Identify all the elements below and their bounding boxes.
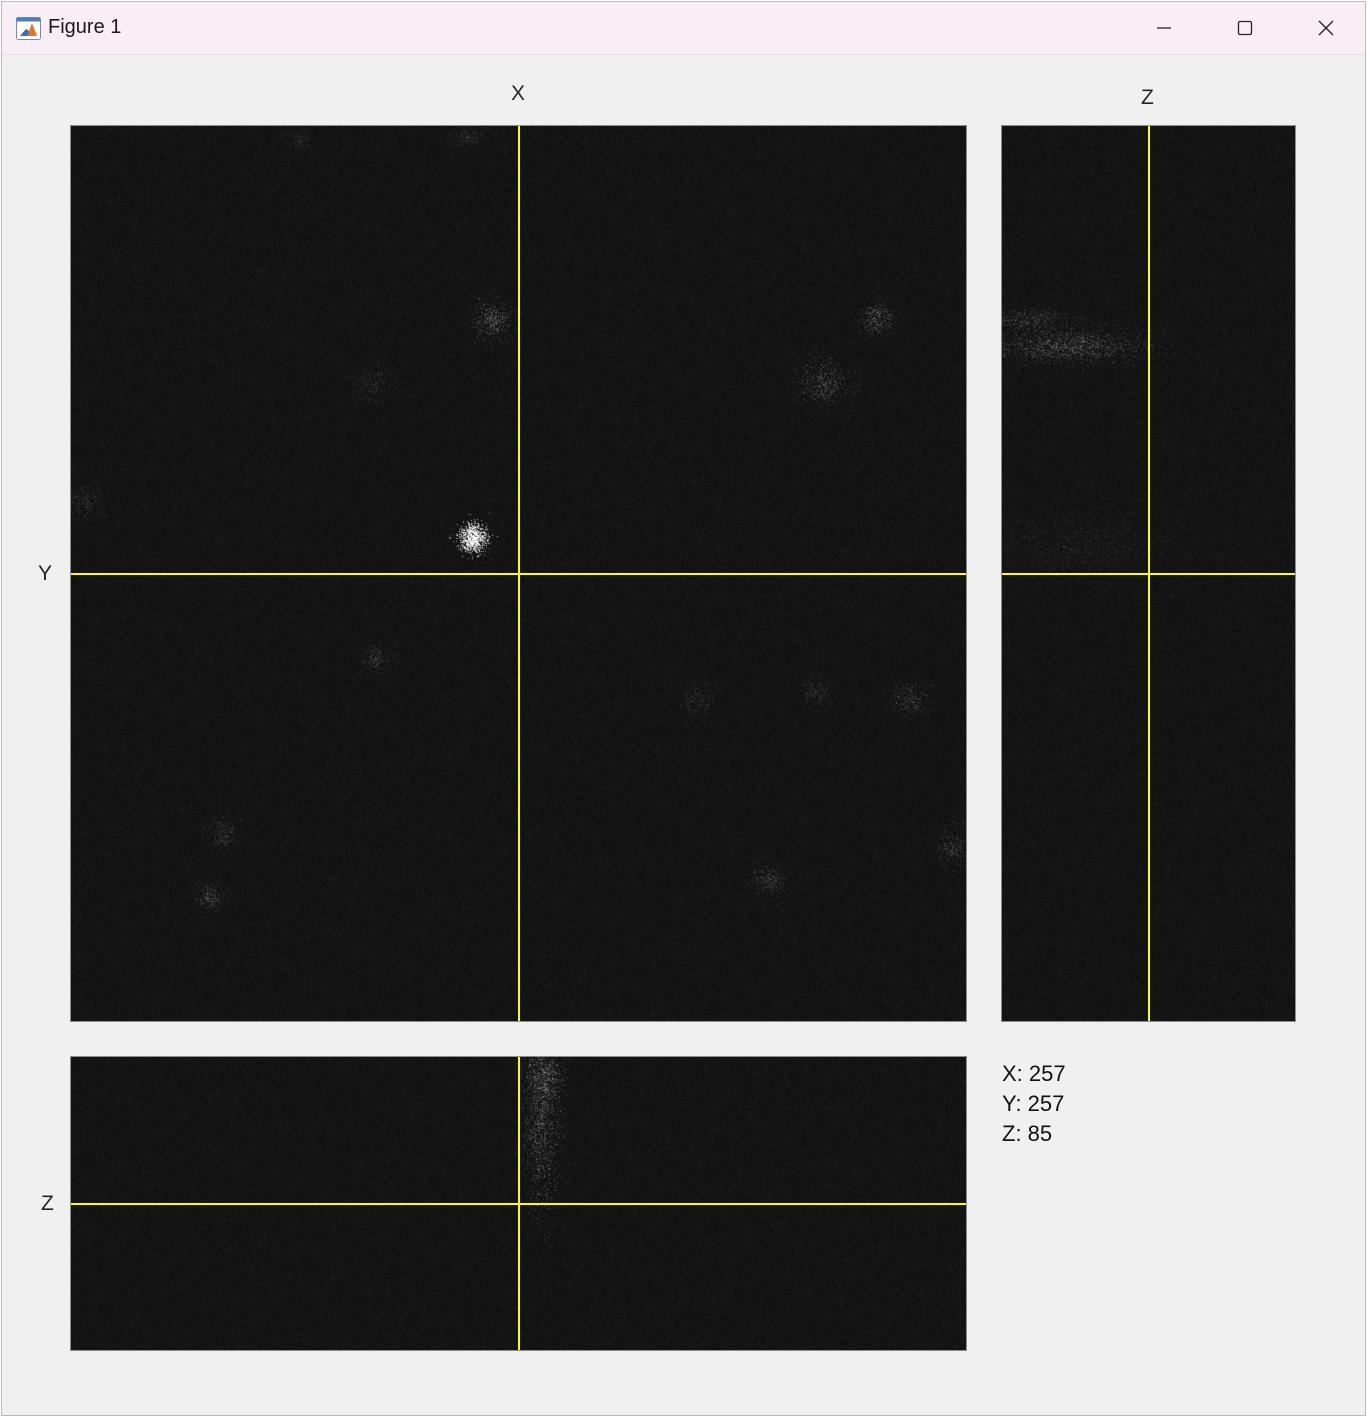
- window-title: Figure 1: [48, 16, 122, 38]
- zy-slice-view[interactable]: [1001, 125, 1296, 1022]
- figure-canvas: X Z Y Z X: 257 Y: 257 Z: 85: [2, 54, 1365, 1415]
- crosshair-horizontal[interactable]: [71, 573, 966, 575]
- crosshair-horizontal[interactable]: [71, 1203, 966, 1205]
- maximize-button[interactable]: [1205, 2, 1285, 54]
- maximize-icon: [1237, 20, 1253, 36]
- xz-slice-view[interactable]: [70, 1056, 967, 1351]
- minimize-button[interactable]: [1124, 2, 1204, 54]
- close-button[interactable]: [1286, 2, 1365, 54]
- title-bar: Figure 1: [2, 2, 1365, 55]
- readout-y: Y: 257: [1002, 1091, 1065, 1116]
- figure-window: Figure 1 X Z Y Z X: 257 Y: 257 Z: 85: [1, 1, 1366, 1416]
- coordinate-readout: X: 257 Y: 257 Z: 85: [1002, 1059, 1066, 1149]
- xy-side-axis-label: Y: [38, 562, 53, 585]
- readout-z: Z: 85: [1002, 1121, 1053, 1146]
- xz-side-axis-label: Z: [41, 1192, 54, 1215]
- readout-x: X: 257: [1002, 1061, 1066, 1086]
- crosshair-horizontal[interactable]: [1002, 573, 1295, 575]
- zy-top-axis-label: Z: [1141, 86, 1154, 109]
- xy-slice-view[interactable]: [70, 125, 967, 1022]
- xy-top-axis-label: X: [511, 82, 526, 105]
- minimize-icon: [1157, 27, 1171, 29]
- matlab-icon: [16, 17, 41, 40]
- close-icon: [1318, 20, 1334, 36]
